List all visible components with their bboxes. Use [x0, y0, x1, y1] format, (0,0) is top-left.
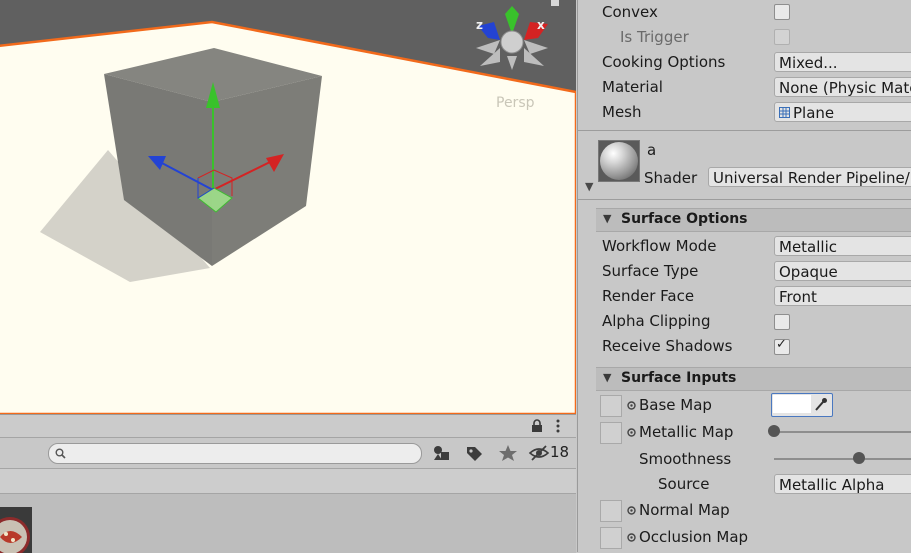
receive-shadows-row: Receive Shadows: [578, 334, 911, 359]
source-label: Source: [658, 475, 710, 493]
receive-shadows-label: Receive Shadows: [602, 337, 733, 355]
smoothness-source-dropdown[interactable]: Metallic Alpha: [774, 474, 911, 494]
gizmo-x-label: x: [537, 18, 545, 32]
material-label: Material: [602, 78, 663, 96]
surface-type-dropdown[interactable]: Opaque: [774, 261, 911, 281]
texture-property-icon: [627, 401, 636, 410]
surface-inputs-foldout-icon[interactable]: ▼: [603, 371, 611, 384]
metallic-slider-handle[interactable]: [768, 425, 780, 437]
is-trigger-row: Is Trigger: [578, 25, 911, 50]
workflow-mode-label: Workflow Mode: [602, 237, 717, 255]
lock-icon[interactable]: [531, 419, 543, 433]
hidden-packages-count: 18: [550, 443, 570, 461]
workflow-mode-row: Workflow Mode Metallic: [578, 234, 911, 259]
filter-by-label-icon[interactable]: [463, 443, 487, 463]
shader-dropdown[interactable]: Universal Render Pipeline/Lit: [708, 167, 911, 187]
normal-map-texture-slot[interactable]: [600, 500, 622, 522]
material-sphere-icon: [600, 142, 638, 180]
scene-canvas[interactable]: z x: [0, 0, 576, 414]
surface-options-header[interactable]: ▼ Surface Options: [596, 208, 911, 232]
is-trigger-label: Is Trigger: [620, 28, 689, 46]
surface-inputs-title: Surface Inputs: [621, 370, 737, 386]
convex-checkbox[interactable]: [774, 4, 790, 20]
texture-property-icon: [627, 533, 636, 542]
cooking-options-dropdown[interactable]: Mixed...: [774, 52, 911, 72]
alpha-clipping-label: Alpha Clipping: [602, 312, 711, 330]
gizmo-z-label: z: [476, 18, 483, 32]
search-icon: [55, 448, 66, 459]
mesh-row: Mesh Plane: [578, 100, 911, 125]
breadcrumb: [0, 469, 576, 494]
material-row: Material None (Physic Material): [578, 75, 911, 100]
shader-label: Shader: [644, 169, 698, 187]
cooking-options-row: Cooking Options Mixed...: [578, 50, 911, 75]
metallic-map-label: Metallic Map: [639, 423, 734, 441]
normal-map-label: Normal Map: [639, 501, 730, 519]
smoothness-slider-track[interactable]: [774, 458, 911, 460]
workflow-mode-dropdown[interactable]: Metallic: [774, 236, 911, 256]
surface-options-foldout-icon[interactable]: ▼: [603, 212, 611, 225]
base-map-color-field[interactable]: [771, 393, 833, 417]
alpha-clipping-row: Alpha Clipping: [578, 309, 911, 334]
texture-property-icon: [627, 428, 636, 437]
smoothness-slider-handle[interactable]: [853, 452, 865, 464]
base-map-label: Base Map: [639, 396, 712, 414]
search-input[interactable]: [48, 443, 422, 464]
asset-grid[interactable]: [0, 494, 576, 553]
convex-label: Convex: [602, 3, 658, 21]
project-panel: 18: [0, 414, 576, 553]
texture-property-icon: [627, 506, 636, 515]
mesh-field[interactable]: Plane: [774, 102, 911, 122]
material-name: a: [647, 141, 657, 159]
projection-label[interactable]: Persp: [496, 95, 535, 111]
surface-type-label: Surface Type: [602, 262, 699, 280]
metallic-slider-track[interactable]: [774, 431, 911, 433]
scene-corner-handle: [551, 0, 559, 6]
asset-thumbnail[interactable]: [0, 507, 32, 553]
mesh-value: Plane: [793, 104, 835, 122]
material-foldout-icon[interactable]: ▼: [585, 180, 593, 193]
mesh-label: Mesh: [602, 103, 642, 121]
physic-material-field[interactable]: None (Physic Material): [774, 77, 911, 97]
material-separator: [578, 199, 911, 200]
surface-options-title: Surface Options: [621, 211, 748, 227]
mesh-grid-icon: [779, 107, 790, 118]
occlusion-map-row: Occlusion Map: [578, 525, 911, 550]
filter-by-type-icon[interactable]: [430, 443, 454, 463]
normal-map-row: Normal Map: [578, 498, 911, 523]
favorites-star-icon[interactable]: [496, 443, 520, 463]
scene-view[interactable]: z x Persp: [0, 0, 576, 414]
kebab-menu-icon[interactable]: [553, 418, 563, 434]
component-separator: [578, 130, 911, 131]
render-face-dropdown[interactable]: Front: [774, 286, 911, 306]
surface-inputs-header[interactable]: ▼ Surface Inputs: [596, 367, 911, 391]
occlusion-map-label: Occlusion Map: [639, 528, 749, 546]
base-color-swatch: [773, 395, 811, 413]
metallic-map-texture-slot[interactable]: [600, 422, 622, 444]
inspector-panel: Convex Is Trigger Cooking Options Mixed.…: [577, 0, 911, 552]
base-map-texture-slot[interactable]: [600, 395, 622, 417]
render-face-label: Render Face: [602, 287, 695, 305]
convex-row: Convex: [578, 0, 911, 25]
eyedropper-icon[interactable]: [814, 396, 828, 412]
cooking-options-label: Cooking Options: [602, 53, 726, 71]
material-preview[interactable]: [598, 140, 640, 182]
asset-preview-icon: [0, 517, 30, 553]
source-row: Source Metallic Alpha: [578, 472, 911, 497]
alpha-clipping-checkbox[interactable]: [774, 314, 790, 330]
occlusion-map-texture-slot[interactable]: [600, 527, 622, 549]
surface-type-row: Surface Type Opaque: [578, 259, 911, 284]
receive-shadows-checkbox[interactable]: [774, 337, 790, 355]
project-toolbar: 18: [0, 438, 576, 469]
hidden-packages-eye-icon[interactable]: [528, 443, 552, 463]
render-face-row: Render Face Front: [578, 284, 911, 309]
panel-tab-strip: [0, 415, 576, 438]
smoothness-label: Smoothness: [639, 450, 732, 468]
is-trigger-checkbox[interactable]: [774, 29, 790, 45]
base-map-row: Base Map: [578, 393, 911, 418]
